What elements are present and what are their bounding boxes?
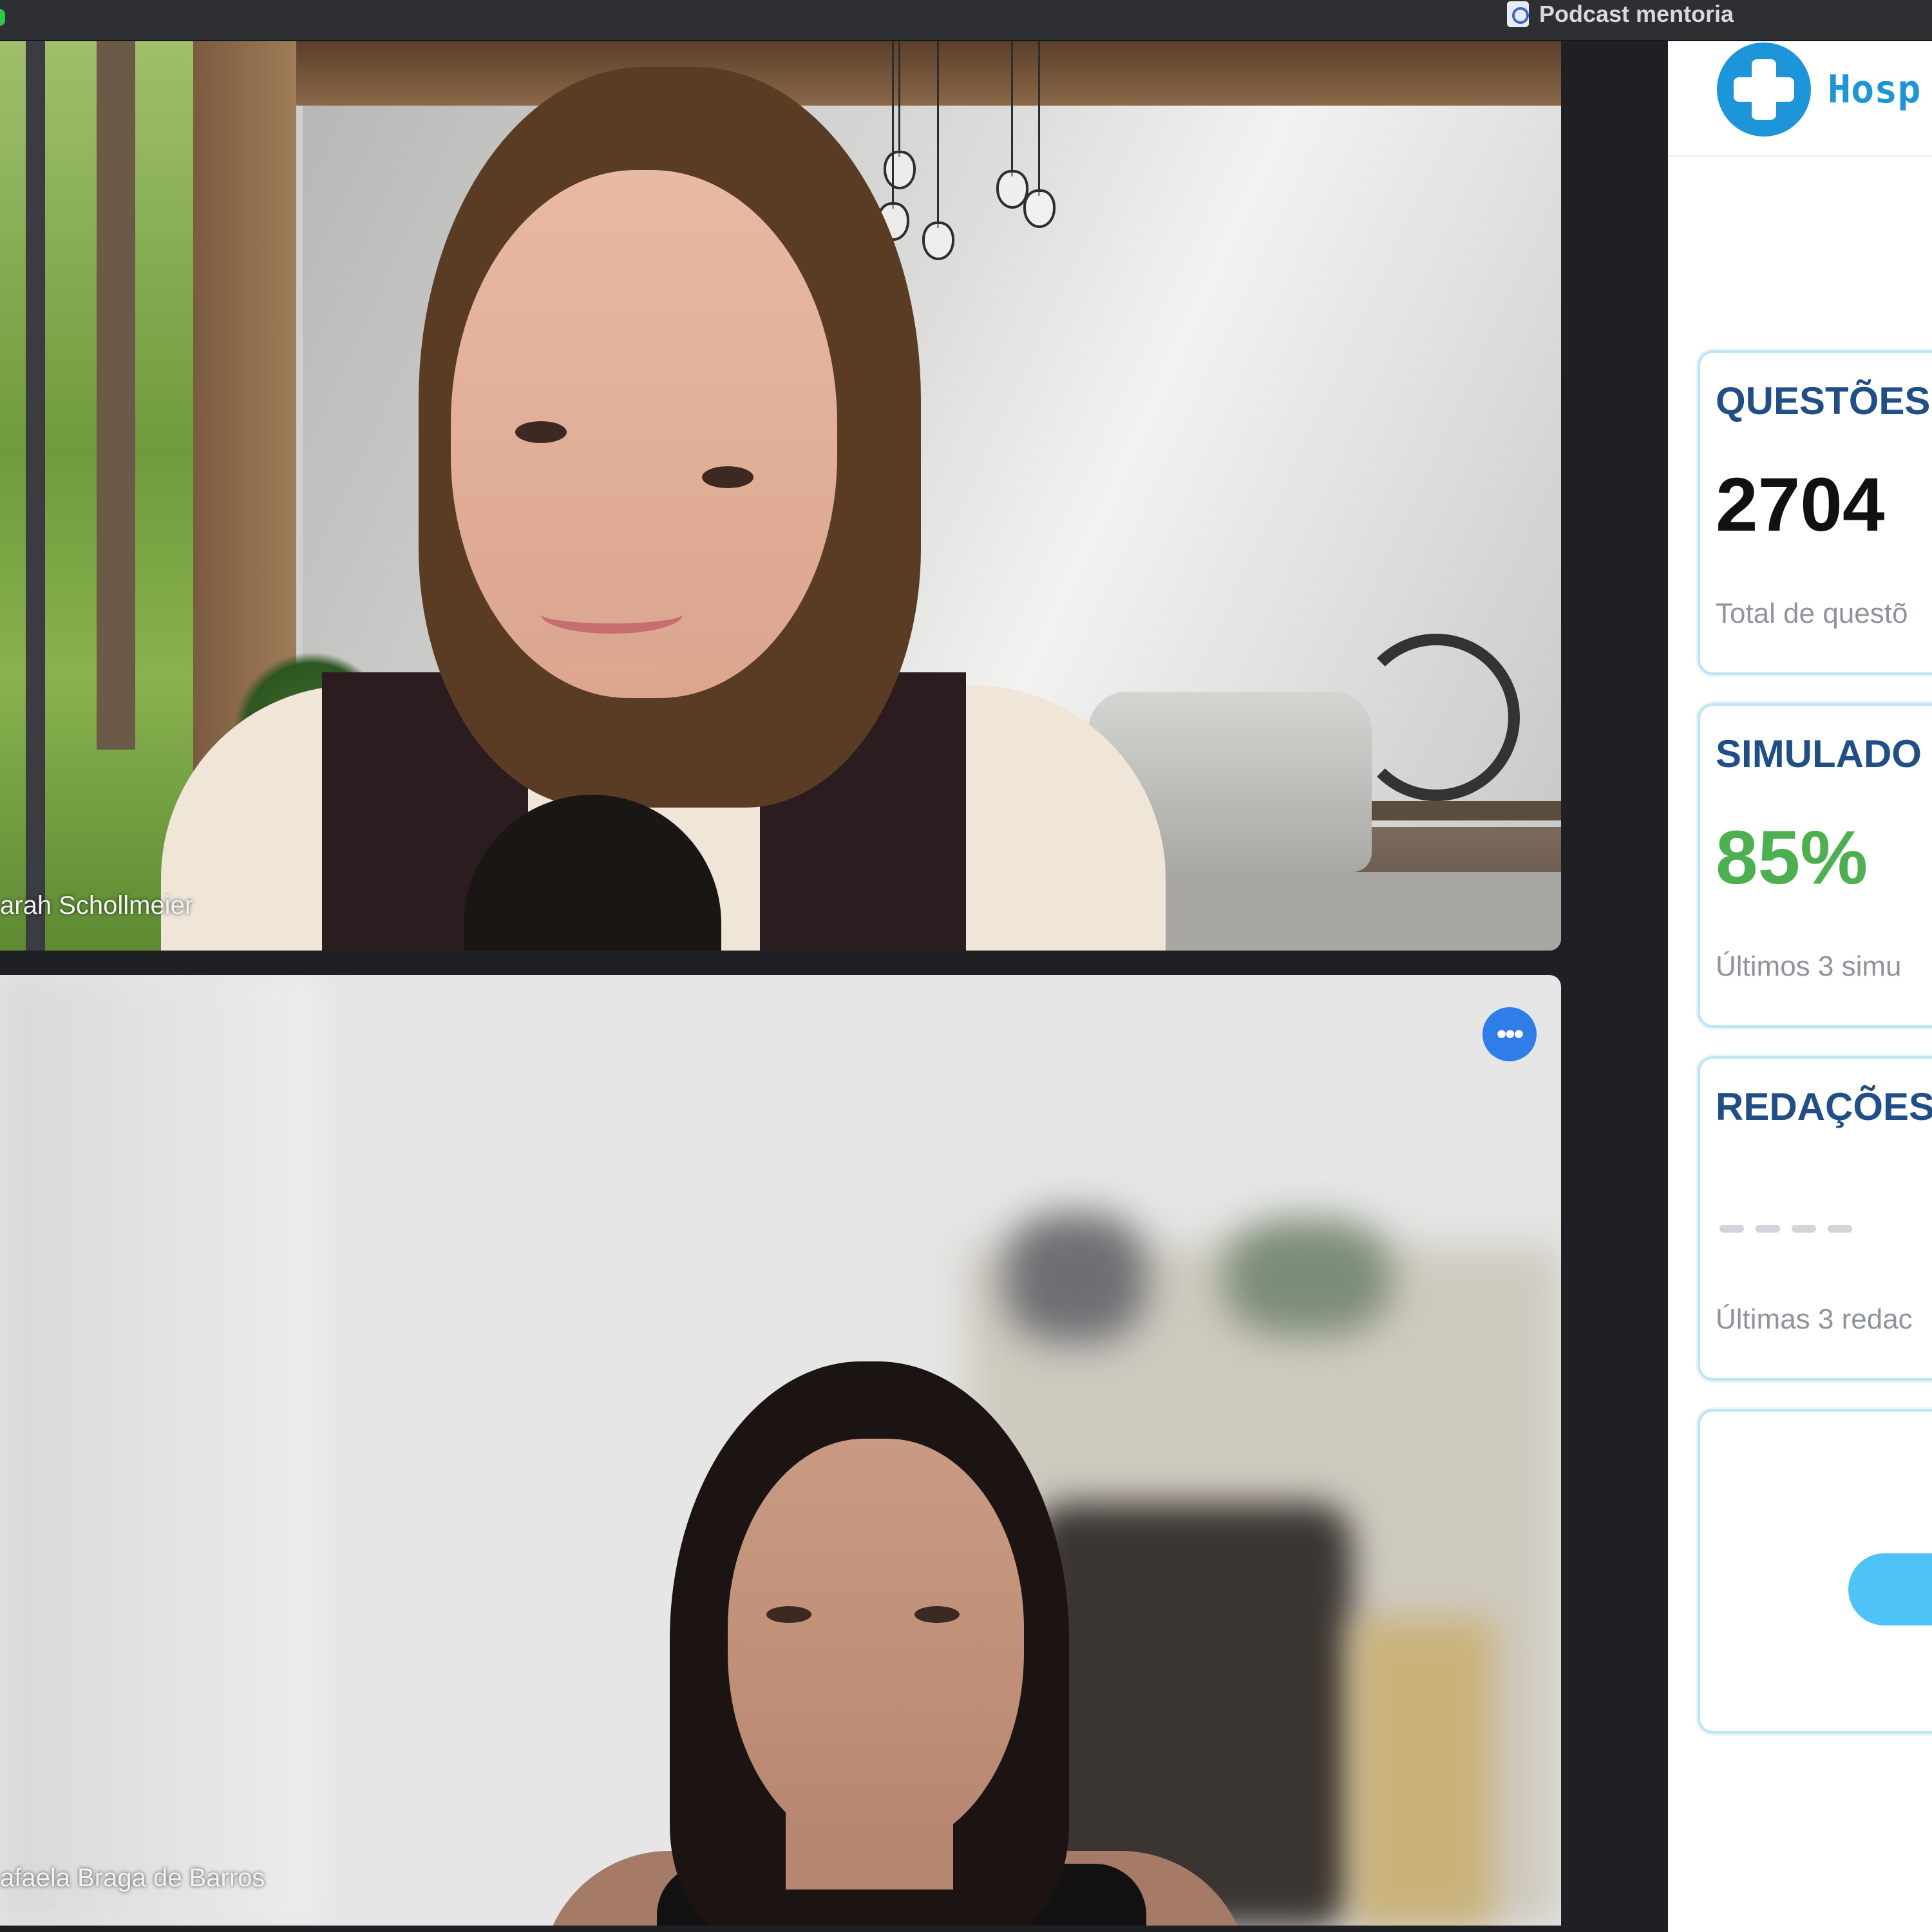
stats-card-redacoes[interactable]: REDAÇÕES Últimas 3 redac	[1698, 1056, 1932, 1381]
action-button[interactable]	[1848, 1553, 1932, 1625]
stats-card-questoes[interactable]: QUESTÕES 2704 Total de questõ	[1698, 350, 1932, 675]
lamp-wire	[937, 41, 939, 228]
pendant-lamp	[922, 222, 954, 260]
stats-card-action	[1698, 1409, 1932, 1734]
lamp-wire	[1011, 41, 1013, 176]
card-value: 2704	[1716, 462, 1885, 547]
more-options-icon[interactable]: •••	[1482, 1007, 1537, 1061]
background-tree	[97, 41, 135, 750]
lamp-wire	[898, 41, 900, 157]
pendant-lamp	[1023, 189, 1056, 228]
shared-screen-panel: Hosp QUESTÕES 2704 Total de questõ SIMUL…	[1668, 41, 1932, 1932]
background-object-blur	[1005, 1213, 1146, 1342]
lamp-wire	[892, 41, 894, 209]
background-rug	[1133, 872, 1561, 951]
card-value: 85%	[1716, 815, 1868, 900]
lamp-wire	[1038, 41, 1040, 196]
background-object-blur	[1224, 1220, 1391, 1336]
participant-name-label: arah Schollmeier	[0, 891, 194, 920]
document-icon	[1507, 1, 1529, 27]
window-title-text: Podcast mentoria	[1539, 1, 1734, 27]
background-wall-blur	[0, 975, 322, 1926]
video-tile-participant-1[interactable]: arah Schollmeier	[0, 41, 1561, 951]
app-logo-text: Hosp	[1828, 67, 1921, 112]
pendant-lamp	[884, 151, 916, 189]
window-control-green[interactable]	[0, 9, 5, 26]
empty-value-placeholder	[1719, 1225, 1852, 1233]
card-title: REDAÇÕES	[1716, 1085, 1932, 1128]
background-object-blur	[1352, 1619, 1494, 1926]
background-window-frame	[26, 41, 45, 951]
card-subtitle: Últimas 3 redac	[1716, 1303, 1913, 1335]
video-tile-participant-2[interactable]: ••• afaela Braga de Barros	[0, 975, 1561, 1926]
card-subtitle: Últimos 3 simu	[1716, 951, 1902, 982]
window-titlebar: Podcast mentoria	[0, 0, 1932, 41]
medical-cross-icon	[1717, 43, 1811, 137]
stats-card-simulado[interactable]: SIMULADO 85% Últimos 3 simu	[1698, 703, 1932, 1028]
app-header: Hosp	[1668, 41, 1932, 157]
participant-eye	[702, 466, 753, 488]
card-title: QUESTÕES	[1716, 379, 1931, 422]
participant-eye	[914, 1606, 960, 1623]
participant-eye	[766, 1606, 811, 1623]
background-sculpture	[1352, 634, 1520, 801]
participant-eye	[515, 421, 567, 443]
card-subtitle: Total de questõ	[1716, 598, 1908, 629]
participant-mouth	[541, 595, 683, 634]
card-title: SIMULADO	[1716, 732, 1922, 775]
participant-face	[728, 1439, 1024, 1851]
background-ceiling	[148, 41, 1561, 106]
window-title: Podcast mentoria	[1507, 0, 1734, 28]
background-shelf	[1372, 801, 1561, 820]
participant-name-label: afaela Braga de Barros	[0, 1864, 265, 1892]
